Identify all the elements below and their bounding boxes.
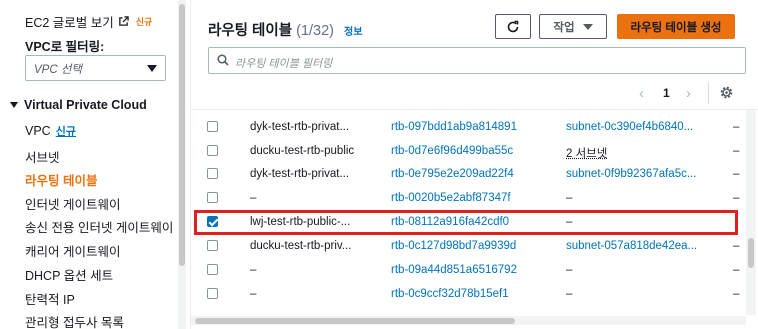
table-row-selected[interactable]: lwj-test-rtb-public-... rtb-08112a916fa4… xyxy=(191,211,746,234)
vpc-console: EC2 글로벌 보기 신규 VPC로 필터링: VPC 선택 Virtual P… xyxy=(0,0,758,329)
route-table-id-link[interactable]: rtb-09a44d851a6516792 xyxy=(391,264,517,276)
cell-value: – xyxy=(733,168,740,180)
row-checkbox[interactable] xyxy=(207,288,218,299)
route-table-name: – xyxy=(250,288,257,300)
table-divider xyxy=(191,109,758,110)
cell-value: – xyxy=(733,121,740,133)
table-row[interactable]: ducku-test-rtb-priv... rtb-0c127d98bd7a9… xyxy=(191,235,746,258)
scrollbar-thumb[interactable] xyxy=(179,4,185,266)
cell-value: – xyxy=(733,240,740,252)
refresh-icon xyxy=(507,20,519,32)
subnet-link[interactable]: subnet-0f9b92367afa5c... xyxy=(566,168,704,180)
ec2-global-view-link[interactable]: EC2 글로벌 보기 신규 xyxy=(25,12,152,31)
route-table-name: dyk-test-rtb-privat... xyxy=(250,168,350,180)
sidebar-item-subnets[interactable]: 서브넷 xyxy=(25,147,60,166)
route-table-name: – xyxy=(250,192,257,204)
search-placeholder: 라우팅 테이블 필터링 xyxy=(235,58,333,70)
scrollbar-thumb[interactable] xyxy=(195,318,515,324)
route-table-name: ducku-test-rtb-priv... xyxy=(250,240,352,252)
page-title: 라우팅 테이블 (1/32) 정보 xyxy=(208,19,362,40)
sidebar-scrollbar[interactable] xyxy=(178,0,186,329)
table-row[interactable]: – rtb-09a44d851a6516792 – – xyxy=(191,259,746,282)
row-checkbox[interactable] xyxy=(207,192,218,203)
title-text: 라우팅 테이블 xyxy=(208,23,293,39)
new-badge: 신규 xyxy=(55,126,76,138)
route-table-id-link[interactable]: rtb-097bdd1ab9a814891 xyxy=(391,121,517,133)
sidebar-item-vpc[interactable]: VPC 신규 xyxy=(25,123,76,139)
table-row[interactable]: dyk-test-rtb-privat... rtb-097bdd1ab9a81… xyxy=(191,116,746,139)
subnet-link[interactable]: subnet-0c390ef4b6840... xyxy=(566,121,704,133)
row-checkbox[interactable] xyxy=(207,145,218,156)
cell-value: – xyxy=(733,264,740,276)
external-link-icon xyxy=(118,16,129,26)
route-table-id-link[interactable]: rtb-0d7e6f96d499ba55c xyxy=(391,145,513,157)
section-virtual-private-cloud[interactable]: Virtual Private Cloud xyxy=(10,98,147,112)
sidebar-item-prefix-lists[interactable]: 관리형 접두사 목록 xyxy=(25,312,124,329)
table-horizontal-scrollbar[interactable] xyxy=(191,316,746,325)
actions-label: 작업 xyxy=(553,21,575,34)
gear-icon[interactable] xyxy=(719,85,734,100)
table-row[interactable]: ducku-test-rtb-public rtb-0d7e6f96d499ba… xyxy=(191,140,746,163)
caret-down-icon xyxy=(147,65,157,72)
sidebar-item-dhcp-options[interactable]: DHCP 옵션 세트 xyxy=(25,265,113,284)
route-table-name: – xyxy=(250,264,257,276)
new-badge: 신규 xyxy=(135,17,153,27)
subnet-value: – xyxy=(566,288,573,300)
subnet-value: – xyxy=(566,216,573,228)
row-checkbox[interactable] xyxy=(207,240,218,251)
route-table-name: lwj-test-rtb-public-... xyxy=(250,216,351,228)
refresh-button[interactable] xyxy=(495,14,531,39)
sidebar: EC2 글로벌 보기 신규 VPC로 필터링: VPC 선택 Virtual P… xyxy=(0,0,178,329)
selection-count: (1/32) xyxy=(296,23,334,39)
prev-page-icon[interactable]: ‹ xyxy=(639,84,644,102)
sidebar-item-elastic-ips[interactable]: 탄력적 IP xyxy=(25,289,75,308)
subnet-link[interactable]: subnet-057a818de42ea... xyxy=(566,240,704,252)
section-title: Virtual Private Cloud xyxy=(24,98,147,112)
actions-button[interactable]: 작업 xyxy=(539,14,607,39)
next-page-icon[interactable]: › xyxy=(686,84,691,102)
row-checkbox[interactable] xyxy=(207,121,218,132)
table-row[interactable]: – rtb-0020b5e2abf87347f – – xyxy=(191,187,746,210)
vpc-select[interactable]: VPC 선택 xyxy=(25,55,166,81)
sidebar-item-egress-only-gateways[interactable]: 송신 전용 인터넷 게이트웨이 xyxy=(25,217,173,236)
search-input[interactable]: 라우팅 테이블 필터링 xyxy=(208,47,746,74)
row-checkbox[interactable] xyxy=(207,168,218,179)
subnet-value: – xyxy=(566,264,573,276)
vpc-select-value: VPC 선택 xyxy=(34,64,83,76)
route-tables-panel: 라우팅 테이블 (1/32) 정보 작업 라우팅 테이블 생성 라우팅 테이블 … xyxy=(190,0,758,329)
search-icon xyxy=(217,54,229,66)
info-link[interactable]: 정보 xyxy=(344,27,362,38)
row-checkbox[interactable] xyxy=(207,264,218,275)
route-table-id-link[interactable]: rtb-08112a916fa42cdf0 xyxy=(391,216,509,228)
sidebar-item-internet-gateways[interactable]: 인터넷 게이트웨이 xyxy=(25,194,120,213)
sidebar-item-label: VPC xyxy=(25,124,51,138)
scrollbar-thumb[interactable] xyxy=(748,238,754,268)
subnet-value: – xyxy=(566,192,573,204)
route-table-name: ducku-test-rtb-public xyxy=(250,145,355,157)
collapse-caret-icon xyxy=(10,102,18,108)
subnet-count-popover[interactable]: 2 서브넷 xyxy=(566,145,704,161)
table-row[interactable]: dyk-test-rtb-privat... rtb-0e795e2e209ad… xyxy=(191,163,746,186)
page-number[interactable]: 1 xyxy=(663,84,670,102)
route-table-id-link[interactable]: rtb-0c9ccf32d78b15ef1 xyxy=(391,288,509,300)
route-table-name: dyk-test-rtb-privat... xyxy=(250,121,350,133)
route-table-id-link[interactable]: rtb-0c127d98bd7a9939d xyxy=(391,240,516,252)
ec2-global-view-label: EC2 글로벌 보기 xyxy=(25,16,114,30)
cell-value: – xyxy=(733,192,740,204)
table-vertical-scrollbar[interactable] xyxy=(746,110,756,315)
caret-down-icon xyxy=(582,23,593,30)
table-row[interactable]: – rtb-0c9ccf32d78b15ef1 – – xyxy=(191,283,746,306)
cell-value: – xyxy=(733,145,740,157)
vpc-filter-label: VPC로 필터링: xyxy=(25,40,105,54)
sidebar-item-carrier-gateways[interactable]: 캐리어 게이트웨이 xyxy=(25,241,120,260)
route-table-id-link[interactable]: rtb-0e795e2e209ad22f4 xyxy=(391,168,514,180)
route-table-id-link[interactable]: rtb-0020b5e2abf87347f xyxy=(391,192,511,204)
cell-value: – xyxy=(733,288,740,300)
row-checkbox-checked[interactable] xyxy=(207,216,218,227)
pager-divider xyxy=(708,82,709,104)
create-route-table-button[interactable]: 라우팅 테이블 생성 xyxy=(617,14,735,39)
sidebar-item-route-tables[interactable]: 라우팅 테이블 xyxy=(25,170,97,189)
